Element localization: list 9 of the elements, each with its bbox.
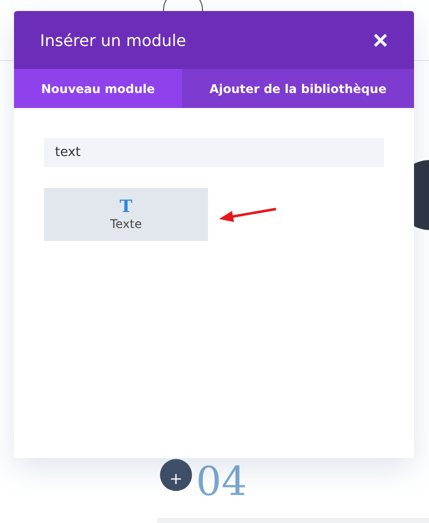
section-number: 04 [196, 462, 247, 502]
arrow-icon [218, 206, 278, 222]
search-field[interactable]: text [44, 138, 384, 167]
add-button[interactable]: + [160, 459, 192, 491]
tab[interactable]: Ajouter de la bibliothèque [182, 69, 414, 108]
modal-title: Insérer un module [40, 30, 186, 50]
tab[interactable]: Nouveau module [14, 69, 182, 108]
close-button[interactable]: × [372, 27, 388, 53]
module-tile[interactable]: T Texte [44, 188, 208, 241]
